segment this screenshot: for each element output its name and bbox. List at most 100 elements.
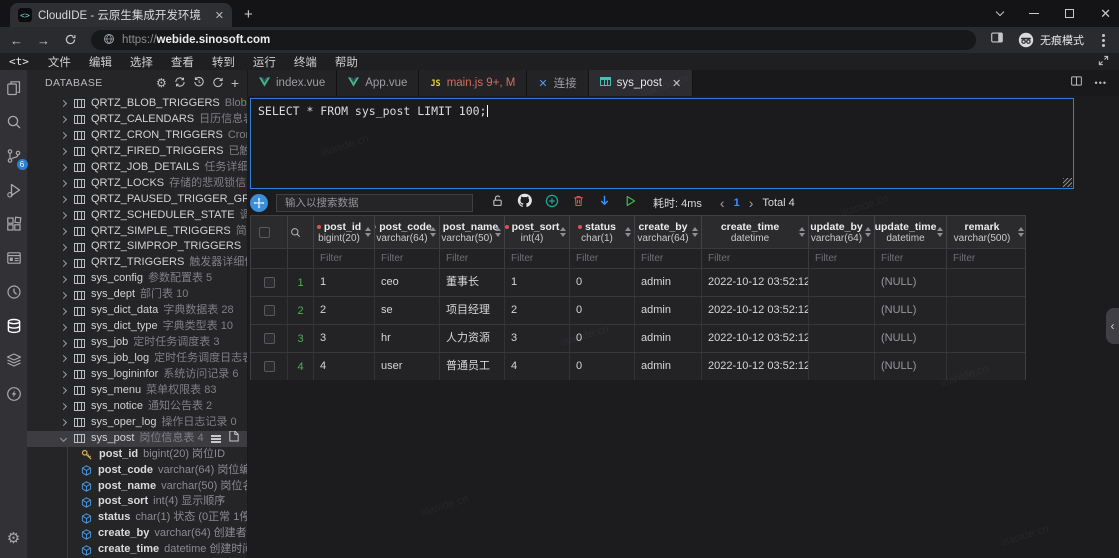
search-icon[interactable] bbox=[4, 112, 24, 132]
cell-post_name[interactable]: 人力资源 bbox=[440, 325, 505, 352]
page-number[interactable]: 1 bbox=[734, 197, 740, 209]
column-header-post_id[interactable]: post_idbigint(20) bbox=[314, 216, 375, 248]
row-select-cell[interactable] bbox=[251, 297, 288, 324]
menu-item-5[interactable]: 运行 bbox=[244, 54, 285, 70]
cell-create_by[interactable]: admin bbox=[635, 269, 702, 296]
tree-column-create_time[interactable]: create_timedatetime 创建时间 bbox=[27, 542, 247, 558]
row-checkbox[interactable] bbox=[264, 277, 275, 288]
cell-create_by[interactable]: admin bbox=[635, 353, 702, 380]
tree-item-QRTZ_CRON_TRIGGERS[interactable]: QRTZ_CRON_TRIGGERSCron类型... bbox=[27, 128, 247, 144]
chevron-right-icon[interactable] bbox=[60, 355, 67, 362]
data-search-input[interactable] bbox=[276, 194, 473, 212]
tree-item-sys_logininfor[interactable]: sys_logininfor系统访问记录 6 bbox=[27, 367, 247, 383]
cell-remark[interactable] bbox=[947, 353, 1027, 380]
menu-item-7[interactable]: 帮助 bbox=[326, 54, 367, 70]
db-add-icon[interactable]: + bbox=[231, 75, 239, 91]
chevron-right-icon[interactable] bbox=[60, 196, 67, 203]
database-icon[interactable] bbox=[4, 316, 24, 336]
cell-update_by[interactable] bbox=[809, 325, 875, 352]
cell-post_sort[interactable]: 1 bbox=[505, 269, 570, 296]
layers-icon[interactable] bbox=[4, 350, 24, 370]
tab-sys_post[interactable]: sys_post✕ bbox=[589, 70, 694, 96]
extensions-icon[interactable] bbox=[4, 214, 24, 234]
column-header-update_time[interactable]: update_timedatetime bbox=[875, 216, 947, 248]
back-icon[interactable]: ← bbox=[10, 34, 23, 47]
menu-item-2[interactable]: 选择 bbox=[121, 54, 162, 70]
cell-update_by[interactable] bbox=[809, 269, 875, 296]
bolt-icon[interactable] bbox=[4, 384, 24, 404]
cell-post_name[interactable]: 普通员工 bbox=[440, 353, 505, 380]
move-handle-button[interactable] bbox=[250, 194, 268, 212]
explorer-icon[interactable] bbox=[4, 78, 24, 98]
tree-column-post_code[interactable]: post_codevarchar(64) 岗位编码 bbox=[27, 463, 247, 479]
tree-item-sys_dept[interactable]: sys_dept部门表 10 bbox=[27, 287, 247, 303]
run-debug-icon[interactable] bbox=[4, 180, 24, 200]
cell-post_sort[interactable]: 4 bbox=[505, 353, 570, 380]
tree-column-post_name[interactable]: post_namevarchar(50) 岗位名称 bbox=[27, 479, 247, 495]
source-control-icon[interactable]: 6 bbox=[4, 146, 24, 166]
tree-item-sys_menu[interactable]: sys_menu菜单权限表 83 bbox=[27, 383, 247, 399]
data-row[interactable]: 11ceo董事长10admin2022-10-12 03:52:12(NULL) bbox=[251, 268, 1025, 296]
forward-icon[interactable]: → bbox=[37, 34, 50, 47]
chevron-right-icon[interactable] bbox=[60, 371, 67, 378]
tree-item-sys_notice[interactable]: sys_notice通知公告表 2 bbox=[27, 399, 247, 415]
tab-search-chevron-icon[interactable] bbox=[996, 8, 1004, 16]
tree-item-sys_dict_type[interactable]: sys_dict_type字典类型表 10 bbox=[27, 319, 247, 335]
browser-tab[interactable]: <> CloudIDE - 云原生集成开发环境 ✕ bbox=[10, 3, 232, 27]
column-header-post_code[interactable]: post_codevarchar(64) bbox=[375, 216, 440, 248]
cell-post_id[interactable]: 2 bbox=[314, 297, 375, 324]
cell-post_sort[interactable]: 3 bbox=[505, 325, 570, 352]
site-info-globe-icon[interactable] bbox=[103, 33, 115, 48]
cell-remark[interactable] bbox=[947, 325, 1027, 352]
side-panel-icon[interactable] bbox=[990, 31, 1004, 49]
cell-post_id[interactable]: 1 bbox=[314, 269, 375, 296]
db-refresh-icon[interactable] bbox=[212, 76, 224, 91]
panel-collapse-handle[interactable]: ‹ bbox=[1106, 308, 1119, 344]
cell-post_id[interactable]: 3 bbox=[314, 325, 375, 352]
tree-item-sys_job_log[interactable]: sys_job_log定时任务调度日志表 0 bbox=[27, 351, 247, 367]
cell-create_by[interactable]: admin bbox=[635, 297, 702, 324]
cell-create_time[interactable]: 2022-10-12 03:52:12 bbox=[702, 353, 809, 380]
tab--[interactable]: ✕连接 bbox=[527, 70, 588, 96]
chevron-right-icon[interactable] bbox=[60, 212, 67, 219]
tree-item-QRTZ_PAUSED_TRIGGER_GRPS[interactable]: QRTZ_PAUSED_TRIGGER_GRPS暂... bbox=[27, 192, 247, 208]
chevron-right-icon[interactable] bbox=[60, 260, 67, 267]
db-sync-icon[interactable] bbox=[174, 76, 186, 91]
filter-input-post_code[interactable] bbox=[375, 249, 439, 268]
sql-editor[interactable]: SELECT * FROM sys_post LIMIT 100; bbox=[250, 98, 1074, 189]
row-checkbox[interactable] bbox=[264, 333, 275, 344]
run-query-play-icon[interactable] bbox=[624, 194, 637, 213]
split-editor-icon[interactable] bbox=[1070, 74, 1083, 92]
chevron-right-icon[interactable] bbox=[60, 419, 67, 426]
cell-create_time[interactable]: 2022-10-12 03:52:12 bbox=[702, 297, 809, 324]
column-header-create_time[interactable]: create_timedatetime bbox=[702, 216, 809, 248]
tree-column-post_id[interactable]: post_idbigint(20) 岗位ID bbox=[27, 447, 247, 463]
cell-post_name[interactable]: 项目经理 bbox=[440, 297, 505, 324]
filter-input-update_by[interactable] bbox=[809, 249, 874, 268]
cell-post_sort[interactable]: 2 bbox=[505, 297, 570, 324]
select-all-checkbox[interactable] bbox=[259, 227, 270, 238]
sort-arrows-icon[interactable] bbox=[365, 227, 371, 237]
filter-input-create_time[interactable] bbox=[702, 249, 808, 268]
tree-item-QRTZ_SCHEDULER_STATE[interactable]: QRTZ_SCHEDULER_STATE调度器状... bbox=[27, 208, 247, 224]
cell-update_time[interactable]: (NULL) bbox=[875, 269, 947, 296]
chevron-right-icon[interactable] bbox=[60, 164, 67, 171]
chevron-right-icon[interactable] bbox=[60, 100, 67, 107]
cell-status[interactable]: 0 bbox=[570, 353, 635, 380]
filter-input-post_sort[interactable] bbox=[505, 249, 569, 268]
cell-status[interactable]: 0 bbox=[570, 325, 635, 352]
filter-input-status[interactable] bbox=[570, 249, 634, 268]
settings-gear-icon[interactable]: ⚙ bbox=[4, 528, 24, 548]
sort-arrows-icon[interactable] bbox=[560, 227, 566, 237]
sort-arrows-icon[interactable] bbox=[1018, 227, 1024, 237]
chevron-right-icon[interactable] bbox=[60, 292, 67, 299]
address-bar[interactable]: https://webide.sinosoft.com bbox=[91, 30, 976, 50]
cell-remark[interactable] bbox=[947, 297, 1027, 324]
tree-item-QRTZ_SIMPLE_TRIGGERS[interactable]: QRTZ_SIMPLE_TRIGGERS简单触发... bbox=[27, 224, 247, 240]
window-maximize-button[interactable] bbox=[1065, 9, 1074, 18]
more-actions-icon[interactable]: ••• bbox=[1095, 78, 1107, 88]
row-checkbox[interactable] bbox=[264, 305, 275, 316]
row-select-cell[interactable] bbox=[251, 353, 288, 380]
cell-update_time[interactable]: (NULL) bbox=[875, 353, 947, 380]
tree-column-status[interactable]: statuschar(1) 状态 (0正常 1停用) bbox=[27, 510, 247, 526]
